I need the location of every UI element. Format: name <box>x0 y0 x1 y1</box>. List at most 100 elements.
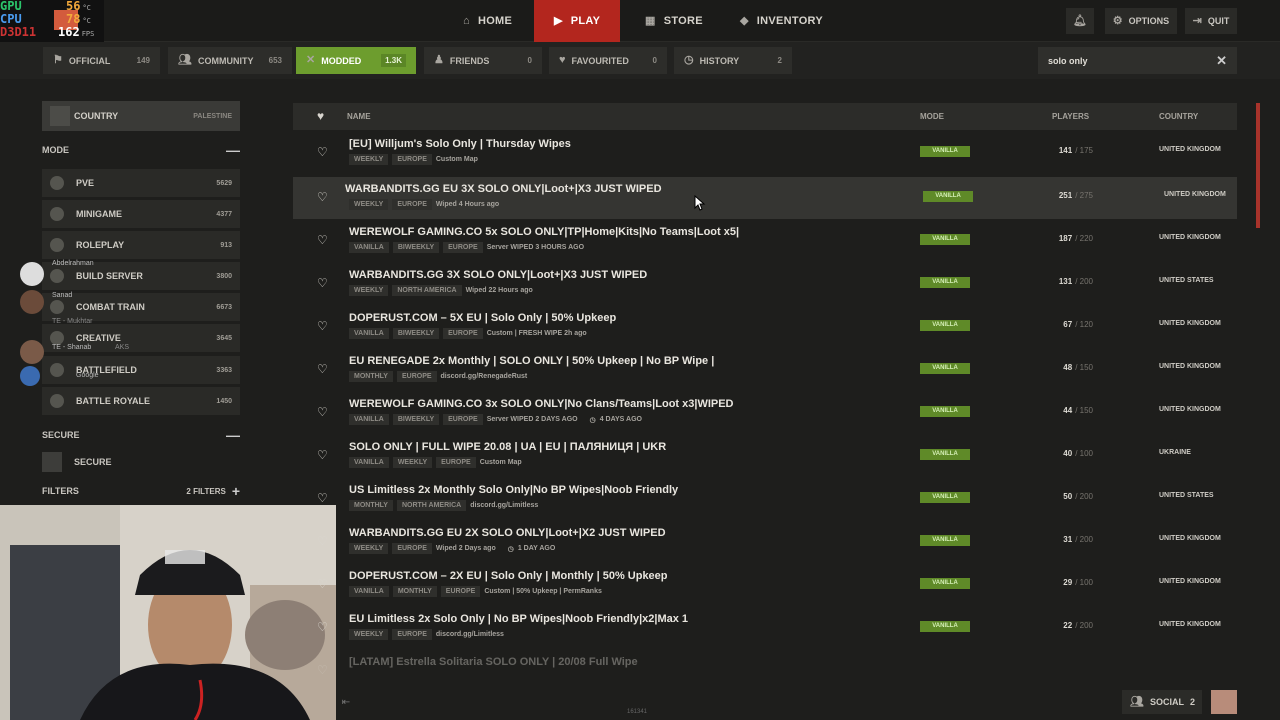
server-tags: VANILLA MONTHLY EUROPE Custom | 50% Upkeep … <box>349 586 602 597</box>
server-row[interactable]: ♡ WEREWOLF GAMING.CO 5x SOLO ONLY|TP|Home… <box>293 220 1237 262</box>
server-players: 141/ 175 <box>1033 146 1093 155</box>
options-button[interactable]: ⚙ OPTIONS <box>1105 8 1177 34</box>
server-list-scrollbar[interactable] <box>1256 103 1260 228</box>
server-row[interactable]: ♡ DOPERUST.COM – 5X EU | Solo Only | 50% … <box>293 306 1237 348</box>
server-country: UNITED KINGDOM <box>1159 621 1221 628</box>
server-row[interactable]: ♡ EU RENEGADE 2x Monthly | SOLO ONLY | 50… <box>293 349 1237 391</box>
favourite-heart-icon[interactable]: ♡ <box>317 233 328 247</box>
server-tag: VANILLA <box>349 414 389 425</box>
favourite-heart-icon[interactable]: ♡ <box>317 491 328 505</box>
server-tag: WEEKLY <box>349 285 389 296</box>
server-row[interactable]: ♡ US Limitless 2x Monthly Solo Only|No BP… <box>293 478 1237 520</box>
server-description: Wiped 4 Hours ago <box>435 201 500 208</box>
country-selector[interactable]: COUNTRY PALESTINE <box>42 101 240 131</box>
players-max: / 150 <box>1075 363 1093 372</box>
favourite-heart-icon[interactable]: ♡ <box>317 577 328 591</box>
players-max: / 200 <box>1075 492 1093 501</box>
server-mode-badge: VANILLA <box>920 578 970 589</box>
secure-header-label: SECURE <box>42 430 80 440</box>
quit-button[interactable]: ⇥ QUIT <box>1185 8 1237 34</box>
server-row[interactable]: ♡ DOPERUST.COM – 2X EU | Solo Only | Mont… <box>293 564 1237 606</box>
filter-modded[interactable]: ✕ MODDED 1.3K <box>296 47 416 74</box>
server-tag: MONTHLY <box>349 500 393 511</box>
server-row[interactable]: ♡ WARBANDITS.GG EU 3X SOLO ONLY|Loot+|X3 … <box>293 177 1237 219</box>
server-row[interactable]: ♡ [EU] Willjum's Solo Only | Thursday Wip… <box>293 132 1237 174</box>
column-country[interactable]: COUNTRY <box>1159 112 1198 121</box>
add-filter-icon[interactable]: + <box>232 483 240 499</box>
server-country: UKRAINE <box>1159 449 1191 456</box>
fps-value: 162 <box>58 25 80 39</box>
server-tag: EUROPE <box>392 154 432 165</box>
server-row[interactable]: ♡ SOLO ONLY | FULL WIPE 20.08 | UA | EU |… <box>293 435 1237 477</box>
server-players: 44/ 150 <box>1033 406 1093 415</box>
mode-icon <box>50 238 64 252</box>
favourite-heart-icon[interactable]: ♡ <box>317 534 328 548</box>
server-search-input[interactable]: solo only ✕ <box>1038 47 1237 74</box>
favourite-heart-icon[interactable]: ♡ <box>317 448 328 462</box>
filter-modded-count: 1.3K <box>381 54 406 67</box>
clear-search-icon[interactable]: ✕ <box>1216 53 1227 69</box>
server-description: discord.gg/Limitless <box>470 502 539 509</box>
favourite-heart-icon[interactable]: ♡ <box>317 620 328 634</box>
mode-count: 6673 <box>216 303 232 311</box>
mode-label: PVE <box>76 178 95 188</box>
mode-header[interactable]: MODE — <box>42 140 240 160</box>
column-mode[interactable]: MODE <box>920 112 944 121</box>
notifications-button[interactable]: 🔔︎ <box>1066 8 1094 34</box>
server-list: ♥ NAME MODE PLAYERS COUNTRY ♡ [EU] Willju… <box>293 103 1237 683</box>
players-count: 187 <box>1058 234 1073 243</box>
column-name[interactable]: NAME <box>347 112 371 121</box>
friend-entry[interactable]: Sanad TE - Mukhtar <box>20 288 140 325</box>
filter-history[interactable]: ◷ HISTORY 2 <box>674 47 792 74</box>
server-row[interactable]: ♡ WARBANDITS.GG EU 2X SOLO ONLY|Loot+|X2 … <box>293 521 1237 563</box>
options-label: OPTIONS <box>1128 16 1170 26</box>
filter-official[interactable]: ⚑ OFFICIAL 149 <box>43 47 160 74</box>
players-count: 131 <box>1058 277 1073 286</box>
mode-count: 3645 <box>216 334 232 342</box>
friend-avatar <box>20 366 40 386</box>
mode-item-roleplay[interactable]: ROLEPLAY 913 <box>42 231 240 259</box>
friend-entry[interactable]: Google <box>20 364 140 394</box>
server-country: UNITED KINGDOM <box>1159 578 1221 585</box>
filters-header[interactable]: FILTERS 2 FILTERS + <box>42 481 240 501</box>
filter-community[interactable]: 👥︎ COMMUNITY 653 <box>168 47 292 74</box>
secure-toggle[interactable]: SECURE <box>42 451 240 473</box>
social-button[interactable]: 👥︎ SOCIAL 2 <box>1122 690 1202 714</box>
favourite-heart-icon[interactable]: ♡ <box>317 663 328 677</box>
server-row[interactable]: ♡ WEREWOLF GAMING.CO 3x SOLO ONLY|No Clan… <box>293 392 1237 434</box>
favourite-heart-icon[interactable]: ♡ <box>317 319 328 333</box>
user-avatar[interactable] <box>1211 690 1237 714</box>
nav-play[interactable]: ▶ PLAY <box>534 0 621 42</box>
filter-favourited[interactable]: ♥ FAVOURITED 0 <box>549 47 667 74</box>
favourite-heart-icon[interactable]: ♡ <box>317 405 328 419</box>
mode-icon <box>50 207 64 221</box>
favourite-heart-icon[interactable]: ♡ <box>317 145 328 159</box>
favourite-column-icon[interactable]: ♥ <box>317 109 324 123</box>
server-players: 251/ 275 <box>1033 191 1093 200</box>
server-name: EU Limitless 2x Solo Only | No BP Wipes|… <box>349 613 689 625</box>
favourite-heart-icon[interactable]: ♡ <box>317 362 328 376</box>
mode-item-pve[interactable]: PVE 5629 <box>42 169 240 197</box>
back-icon[interactable]: ⇤ <box>336 690 356 714</box>
favourite-heart-icon[interactable]: ♡ <box>317 276 328 290</box>
server-tag: WEEKLY <box>349 543 389 554</box>
server-tag: WEEKLY <box>349 154 389 165</box>
mode-item-minigame[interactable]: MINIGAME 4377 <box>42 200 240 228</box>
friend-entry[interactable]: Abdelrahman <box>20 260 140 290</box>
nav-inventory[interactable]: ◆ INVENTORY <box>740 0 823 42</box>
secure-header[interactable]: SECURE — <box>42 425 240 445</box>
server-row[interactable]: ♡ EU Limitless 2x Solo Only | No BP Wipes… <box>293 607 1237 649</box>
favourite-heart-icon[interactable]: ♡ <box>317 190 328 204</box>
server-tags: VANILLA BIWEEKLY EUROPE Custom | FRESH WIPE… <box>349 328 587 339</box>
server-row[interactable]: ♡ WARBANDITS.GG 3X SOLO ONLY|Loot+|X3 JUS… <box>293 263 1237 305</box>
server-tag: EUROPE <box>396 371 437 382</box>
mode-label: BATTLE ROYALE <box>76 396 151 406</box>
nav-home[interactable]: ⌂ HOME <box>463 0 512 42</box>
column-players[interactable]: PLAYERS <box>1052 112 1089 121</box>
filter-friends[interactable]: ♟ FRIENDS 0 <box>424 47 542 74</box>
server-row[interactable]: ♡ [LATAM] Estrella Solitaria SOLO ONLY | … <box>293 650 1237 692</box>
players-count: 44 <box>1063 406 1073 415</box>
friend-name: Abdelrahman <box>52 260 94 267</box>
server-tag: EUROPE <box>392 543 432 554</box>
nav-store[interactable]: ▦ STORE <box>645 0 703 42</box>
